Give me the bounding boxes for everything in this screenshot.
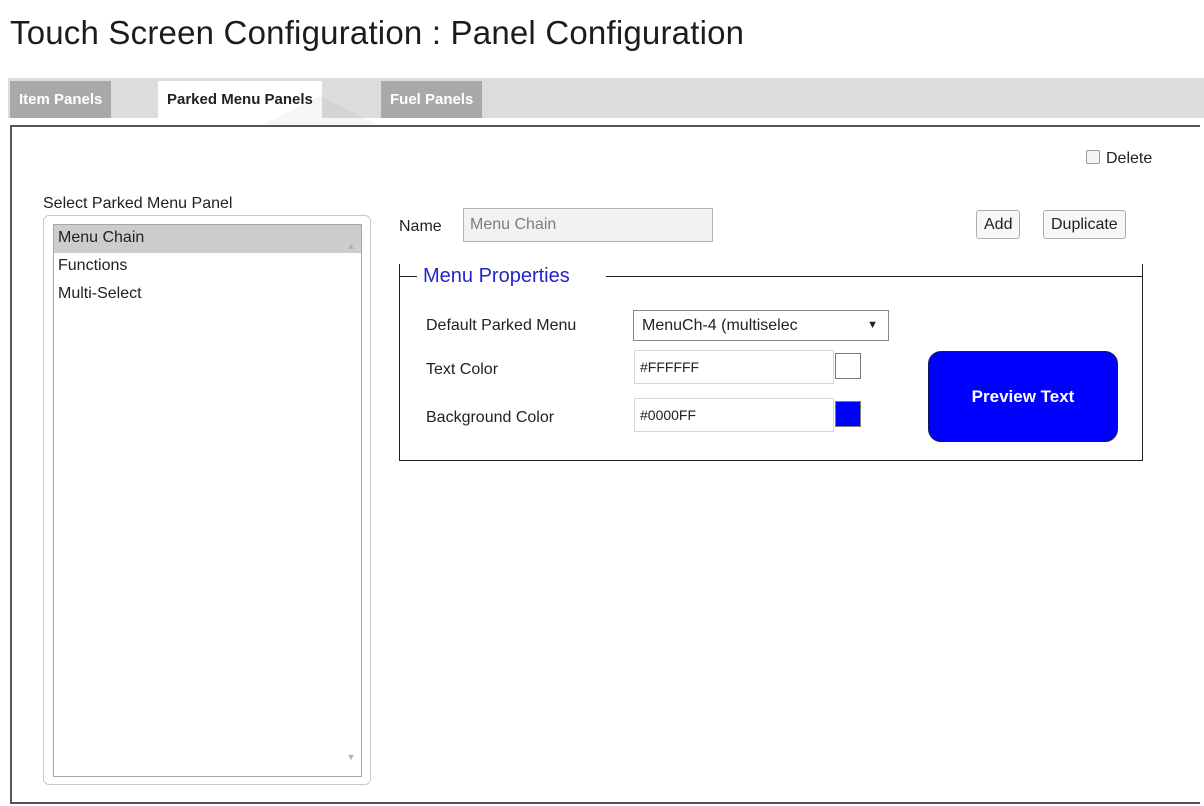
name-input[interactable] [463,208,713,242]
delete-checkbox[interactable] [1086,150,1100,164]
background-color-label: Background Color [426,409,555,426]
panel-listbox[interactable]: Menu Chain Functions Multi-Select ▲ ▼ [53,224,362,777]
default-parked-menu-select[interactable]: MenuCh-4 (multiselec ▼ [633,310,889,341]
page-title: Touch Screen Configuration : Panel Confi… [10,14,745,51]
caret-down-icon: ▼ [867,319,878,331]
text-color-swatch[interactable] [835,353,861,379]
delete-option[interactable]: Delete [1086,150,1152,168]
name-label: Name [399,218,442,235]
text-color-label: Text Color [426,361,499,378]
duplicate-button[interactable]: Duplicate [1043,210,1126,239]
panel-list-frame: Menu Chain Functions Multi-Select ▲ ▼ [43,215,371,785]
add-button[interactable]: Add [976,210,1021,239]
panel-list-label: Select Parked Menu Panel [43,195,233,212]
delete-label: Delete [1106,150,1153,167]
scroll-down-arrow-icon[interactable]: ▼ [343,750,359,764]
text-color-input[interactable] [634,350,834,384]
list-item[interactable]: Multi-Select [54,281,361,309]
background-color-swatch[interactable] [835,401,861,427]
fieldset-border [606,276,1143,277]
fieldset-border [399,276,417,277]
list-item[interactable]: Menu Chain [54,225,361,253]
list-item[interactable]: Functions [54,253,361,281]
scroll-up-arrow-icon[interactable]: ▲ [343,239,359,253]
tab-item-panels[interactable]: Item Panels [10,81,112,118]
select-value: MenuCh-4 (multiselec [642,317,798,334]
menu-properties-legend: Menu Properties [423,265,570,287]
preview-text-box: Preview Text [928,351,1118,442]
tab-strip: Item Panels Parked Menu Panels Fuel Pane… [8,78,1204,118]
background-color-input[interactable] [634,398,834,432]
default-parked-menu-label: Default Parked Menu [426,317,577,334]
